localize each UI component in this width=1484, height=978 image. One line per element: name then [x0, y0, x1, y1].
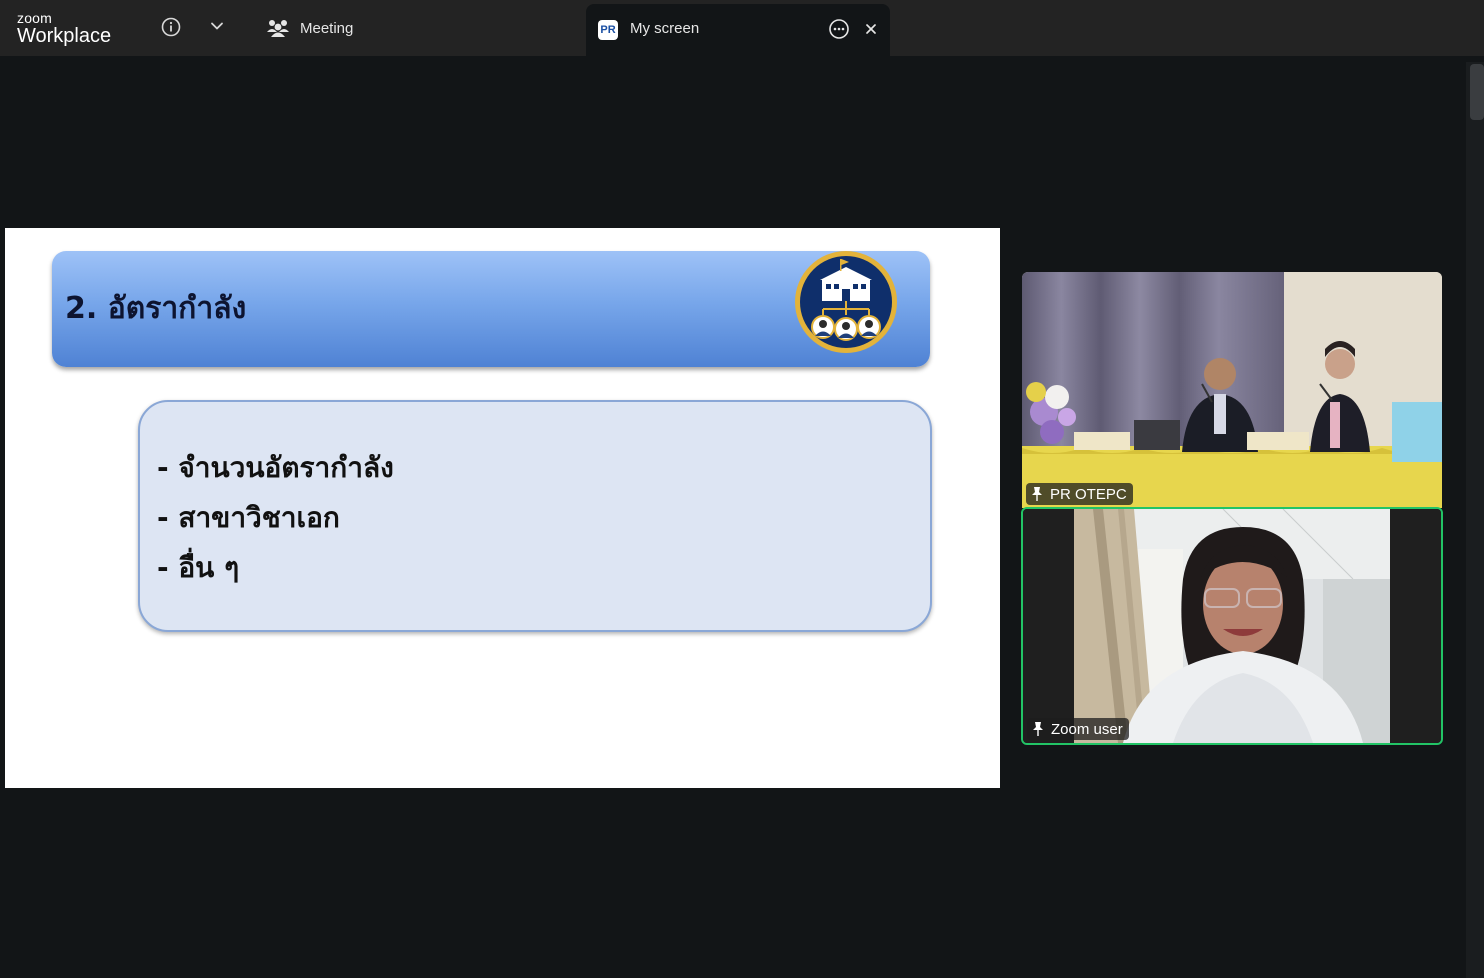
participant-name: PR OTEPC: [1050, 485, 1127, 503]
video-tile-active-speaker[interactable]: Zoom user: [1021, 507, 1443, 745]
participant-video: [1022, 272, 1442, 508]
pin-icon: [1033, 722, 1043, 736]
close-icon[interactable]: [862, 20, 880, 38]
brand-small-text: zoom: [17, 10, 53, 26]
slide-bullet: - จำนวนอัตรากำลัง: [157, 451, 394, 484]
tab-meeting[interactable]: Meeting: [266, 12, 353, 44]
video-tile[interactable]: PR OTEPC: [1022, 272, 1442, 508]
shared-screen-slide: 2. อัตรากำลัง - จำนวนอัตรากำลัง - สาขาวิ…: [5, 228, 1000, 788]
tab-my-screen[interactable]: PR My screen: [586, 4, 890, 56]
pin-icon: [1032, 487, 1042, 501]
slide-title-banner: 2. อัตรากำลัง: [52, 251, 930, 367]
participants-icon: [267, 20, 289, 37]
chevron-down-icon[interactable]: [208, 17, 226, 35]
top-bar: zoom Workplace Meeting PR My screen: [0, 0, 1484, 56]
zoom-workplace-logo: zoom Workplace: [17, 11, 111, 47]
slide-content-box: - จำนวนอัตรากำลัง - สาขาวิชาเอก - อื่น ๆ: [138, 400, 932, 632]
more-options-icon[interactable]: [828, 18, 850, 40]
participant-name: Zoom user: [1051, 720, 1123, 738]
participant-video: [1023, 509, 1441, 743]
slide-title: 2. อัตรากำลัง: [65, 291, 247, 326]
info-icon[interactable]: [160, 16, 182, 38]
participant-name-tag: PR OTEPC: [1026, 483, 1133, 505]
scrollbar-thumb[interactable]: [1470, 64, 1484, 120]
slide-bullet: - อื่น ๆ: [157, 551, 240, 584]
school-icon: [795, 251, 897, 353]
scrollbar-track[interactable]: [1466, 62, 1484, 978]
pr-app-icon: PR: [598, 20, 618, 40]
tab-my-screen-label: My screen: [630, 20, 700, 37]
tab-meeting-label: Meeting: [300, 19, 354, 37]
participant-name-tag: Zoom user: [1027, 718, 1129, 740]
brand-big-text: Workplace: [17, 25, 112, 47]
slide-bullet: - สาขาวิชาเอก: [157, 501, 340, 534]
